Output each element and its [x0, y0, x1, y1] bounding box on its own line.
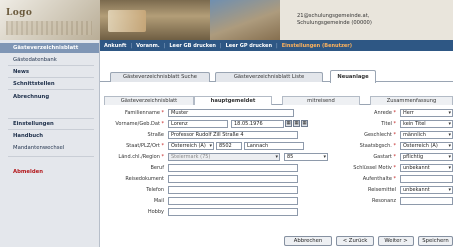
calendar-icon[interactable]: ▦ [285, 120, 292, 127]
input-beruf[interactable] [168, 164, 298, 172]
logo: Logo [6, 8, 33, 18]
select-reisemittel[interactable]: unbekannt [400, 186, 453, 194]
label-resonanz: Resonanz [371, 198, 396, 204]
sidebar-divider [8, 89, 94, 90]
tab-neuanlage[interactable]: Neuanlage [330, 70, 376, 83]
label-beruf: Beruf [150, 165, 165, 171]
label-aufenthalte: Aufenthalte * [362, 176, 396, 182]
select-geschlecht[interactable]: männlich [400, 131, 453, 139]
select-staat[interactable]: Österreich (A) [168, 142, 214, 150]
school-name: Schulungsgemeinde (00000) [297, 20, 372, 26]
sidebar-item-abmelden[interactable]: Abmelden [0, 169, 99, 175]
sidebar-item-abrechnung[interactable]: Abrechnung [0, 94, 99, 100]
input-resonanz[interactable] [400, 197, 453, 205]
input-hobby[interactable] [168, 208, 298, 216]
header-photo [100, 0, 210, 40]
calendar-icon[interactable]: ▦ [293, 120, 300, 127]
app-root: Logo 21@schulungsgemeinde.at, Schulungsg… [0, 0, 453, 247]
back-button[interactable]: < Zurück [336, 236, 374, 246]
nav-ankunft[interactable]: Ankunft [104, 43, 126, 49]
sidebar-divider [8, 129, 94, 130]
sidebar-divider [8, 156, 94, 157]
tab-liste[interactable]: Gästeverzeichnisblatt Liste [215, 72, 323, 82]
sidebar-divider [8, 65, 94, 66]
subtab-hauptgemeldet[interactable]: hauptgemeldet [194, 96, 272, 105]
sidebar-divider [8, 77, 94, 78]
select-gastart[interactable]: pflichtig [400, 153, 453, 161]
input-telefon[interactable] [168, 186, 298, 194]
sub-tabs: Gästeverzeichnisblatt hauptgemeldet mitr… [104, 96, 453, 105]
label-schluessel-motiv: Schlüssel Motiv * [353, 165, 396, 171]
cancel-button[interactable]: Abbrechen [284, 236, 332, 246]
label-reisemittel: Reisemittel [367, 187, 396, 193]
nav-separator: | [276, 42, 278, 49]
label-vorname-gebdat: Vorname/Geb.Dat * [115, 121, 164, 127]
sidebar-item-handbuch[interactable]: Handbuch [0, 133, 99, 139]
header-photo [210, 0, 280, 40]
sidebar-item-schnittstellen[interactable]: Schnittstellen [0, 81, 99, 87]
top-nav: Ankunft | Voranm. | Leer GB drucken | Le… [100, 40, 453, 51]
school-email: 21@schulungsgemeinde.at, [297, 13, 370, 19]
input-aufenthalte[interactable] [400, 175, 453, 183]
nav-leer-gp-drucken[interactable]: Leer GP drucken [226, 43, 272, 49]
label-region: Länd.chl./Region * [118, 154, 164, 160]
nav-leer-gb-drucken[interactable]: Leer GB drucken [169, 43, 216, 49]
nav-voranmeldung[interactable]: Voranm. [136, 43, 160, 49]
select-titel[interactable]: kein Titel [400, 120, 453, 128]
label-staat-plz-ort: Staat/PLZ/Ort * [126, 143, 164, 149]
label-gastart: Gastart * [373, 154, 396, 160]
header-banner: Logo 21@schulungsgemeinde.at, Schulungsg… [0, 0, 453, 40]
label-familienname: Familienname * [124, 110, 164, 116]
label-titel: Titel * [381, 121, 396, 127]
input-plz[interactable]: 8502 [216, 142, 242, 150]
nav-einstellungen[interactable]: Einstellungen (Benutzer) [282, 43, 352, 49]
guest-form: Familienname * Muster Vorname/Geb.Dat * … [104, 106, 453, 232]
select-schluessel-motiv[interactable]: unbekannt [400, 164, 453, 172]
tab-suche[interactable]: Gästeverzeichnisblatt Suche [110, 72, 210, 82]
select-anrede[interactable]: Herr [400, 109, 453, 117]
label-hobby: Hobby [147, 209, 164, 215]
label-geschlecht: Geschlecht * [364, 132, 396, 138]
input-geburtsdatum[interactable]: 18.05.1976 [231, 120, 284, 128]
input-ort[interactable]: Lannach [244, 142, 304, 150]
input-reisedokument[interactable] [168, 175, 298, 183]
logo-pattern [6, 21, 92, 35]
nav-separator: | [130, 42, 133, 49]
select-region-code[interactable]: 85 [284, 153, 328, 161]
school-info: 21@schulungsgemeinde.at, Schulungsgemein… [297, 13, 372, 27]
sidebar-item-mandantenwechsel[interactable]: Mandantenwechsel [0, 145, 99, 151]
sidebar-item-einstellungen[interactable]: Einstellungen [0, 121, 99, 127]
sidebar: Gästeverzeichnisblatt Gästedatenbank New… [0, 40, 100, 247]
sidebar-divider [8, 118, 94, 119]
label-staatsbuergerschaft: Staatsbgsch. * [359, 143, 396, 149]
input-vorname[interactable]: Lorenz [168, 120, 228, 128]
label-strasse: Straße [147, 132, 164, 138]
label-mail: Mail [153, 198, 164, 204]
input-mail[interactable] [168, 197, 298, 205]
subtab-mitreisend[interactable]: mitreisend [282, 96, 360, 105]
subtab-zusammenfassung[interactable]: Zusammenfassung [370, 96, 453, 105]
input-strasse[interactable]: Professor Rudolf Zill Straße 4 [168, 131, 298, 139]
sidebar-item-news[interactable]: News [0, 69, 99, 75]
select-region[interactable]: Steiermark (75) [168, 153, 280, 161]
main-tabs: Gästeverzeichnisblatt Suche Gästeverzeic… [100, 68, 453, 83]
next-button[interactable]: Weiter > [378, 236, 414, 246]
save-button[interactable]: Speichern [418, 236, 453, 246]
sidebar-item-gaesteverzeichnisblatt[interactable]: Gästeverzeichnisblatt [0, 43, 99, 53]
nav-separator: | [219, 42, 222, 49]
input-familienname[interactable]: Muster [168, 109, 294, 117]
subtab-gaesteverzeichnisblatt[interactable]: Gästeverzeichnisblatt [104, 96, 194, 105]
calendar-icon[interactable]: ▦ [301, 120, 308, 127]
select-staatsbuergerschaft[interactable]: Österreich (A) [400, 142, 453, 150]
label-reisedokument: Reisedokument [125, 176, 164, 182]
label-anrede: Anrede * [374, 110, 396, 116]
sidebar-item-gaestedatenbank[interactable]: Gästedatenbank [0, 57, 99, 63]
logo-area: Logo [0, 0, 100, 40]
nav-separator: | [163, 42, 166, 49]
label-telefon: Telefon [146, 187, 164, 193]
